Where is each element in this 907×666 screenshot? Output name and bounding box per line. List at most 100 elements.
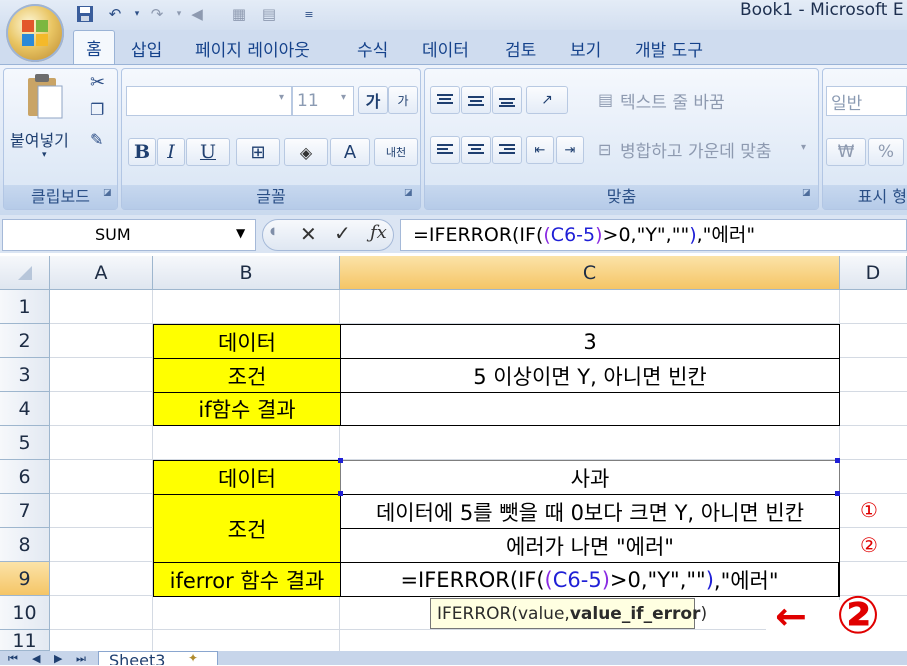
redo-icon[interactable]: ↷ — [146, 3, 168, 25]
paste-button-label[interactable]: 붙여넣기 — [10, 127, 69, 151]
shrink-font-button[interactable]: 가 — [388, 86, 418, 114]
insert-sheet-icon[interactable]: ✦ — [188, 651, 198, 665]
cell-b6[interactable]: 데이터 — [153, 460, 341, 495]
underline-button[interactable]: U — [186, 138, 230, 166]
insert-function-icon[interactable]: ƒx — [370, 222, 387, 243]
cell-b2[interactable]: 데이터 — [153, 324, 341, 359]
row-header-2[interactable]: 2 — [0, 324, 50, 358]
align-right-icon[interactable] — [492, 136, 522, 164]
print-icon[interactable]: ▤ — [258, 3, 280, 25]
name-box[interactable]: SUM — [2, 219, 256, 251]
column-header-d[interactable]: D — [840, 256, 907, 290]
save-icon[interactable] — [74, 3, 96, 25]
orientation-icon[interactable]: ↗ — [526, 86, 568, 114]
office-button[interactable] — [6, 4, 64, 62]
cell-c2[interactable]: 3 — [340, 324, 840, 359]
bold-button[interactable]: B — [128, 138, 156, 166]
cell-b9[interactable]: iferror 함수 결과 — [153, 562, 341, 597]
tab-insert[interactable]: 삽입 — [131, 36, 162, 61]
align-left-icon[interactable] — [430, 136, 460, 164]
cell-c9-editing[interactable]: =IFERROR(IF((C6-5) >0,"Y","") ,"에러" — [340, 562, 840, 597]
row-header-1[interactable]: 1 — [0, 290, 50, 324]
format-painter-icon[interactable]: ✎ — [90, 130, 103, 149]
sheet-tab-sheet3[interactable]: Sheet3 — [98, 651, 218, 665]
ref-handle[interactable] — [338, 491, 343, 496]
formula-input[interactable]: =IFERROR(IF((C6-5)>0,"Y",""),"에러" — [400, 219, 907, 251]
row-header-6[interactable]: 6 — [0, 460, 50, 494]
phonetic-guide-button[interactable]: 내천 — [374, 138, 418, 166]
font-color-button[interactable]: A — [330, 138, 370, 166]
cell-c3[interactable]: 5 이상이면 Y, 아니면 빈칸 — [340, 358, 840, 393]
ref-handle[interactable] — [835, 458, 840, 463]
row-header-8[interactable]: 8 — [0, 528, 50, 562]
customize-qat-icon[interactable]: ≡ — [298, 3, 320, 25]
enter-entry-icon[interactable]: ✓ — [334, 221, 351, 245]
row-header-7[interactable]: 7 — [0, 494, 50, 528]
cell-c8[interactable]: 에러가 나면 "에러" — [340, 528, 840, 563]
fill-color-icon[interactable]: ◈ — [284, 138, 328, 166]
cell-c6[interactable]: 사과 — [340, 460, 840, 495]
cell-c7[interactable]: 데이터에 5를 뺏을 때 0보다 크면 Y, 아니면 빈칸 — [340, 494, 840, 529]
font-launcher-icon[interactable]: ◪ — [404, 188, 414, 198]
select-all-corner[interactable] — [0, 256, 50, 290]
first-sheet-icon[interactable]: ⏮ — [8, 652, 18, 666]
wrap-text-button[interactable]: 텍스트 줄 바꿈 — [620, 88, 725, 113]
row-header-4[interactable]: 4 — [0, 392, 50, 426]
row-header-10[interactable]: 10 — [0, 596, 50, 630]
tab-data[interactable]: 데이터 — [422, 36, 469, 61]
undo-icon[interactable]: ↶ — [104, 3, 126, 25]
cell-c4[interactable] — [340, 392, 840, 426]
paste-icon[interactable] — [22, 72, 66, 122]
cancel-entry-icon[interactable]: ✕ — [300, 222, 317, 246]
font-name-combo[interactable] — [126, 86, 292, 116]
undo-dropdown-icon[interactable]: ▾ — [126, 3, 148, 25]
column-header-c[interactable]: C — [340, 256, 840, 290]
paste-dropdown-icon[interactable]: ▾ — [42, 150, 47, 160]
italic-button[interactable]: I — [157, 138, 185, 166]
row-header-3[interactable]: 3 — [0, 358, 50, 392]
next-sheet-icon[interactable]: ▶ — [54, 652, 62, 665]
ref-handle[interactable] — [835, 491, 840, 496]
grow-font-button[interactable]: 가 — [358, 86, 388, 114]
merge-dropdown-icon[interactable]: ▾ — [801, 142, 806, 153]
align-top-icon[interactable] — [430, 86, 460, 114]
prev-sheet-icon[interactable]: ◀ — [32, 652, 40, 665]
column-header-a[interactable]: A — [50, 256, 153, 290]
font-name-dropdown-icon[interactable]: ▾ — [279, 92, 284, 103]
copy-icon[interactable]: ❐ — [90, 100, 104, 119]
tab-review[interactable]: 검토 — [505, 36, 536, 61]
font-size-dropdown-icon[interactable]: ▾ — [341, 92, 346, 103]
formula-paren: ) — [601, 567, 610, 592]
name-box-dropdown-icon[interactable]: ▼ — [236, 226, 245, 240]
align-bottom-icon[interactable] — [492, 86, 522, 114]
tab-page-layout[interactable]: 페이지 레이아웃 — [195, 36, 310, 61]
align-middle-icon[interactable] — [461, 86, 491, 114]
clipboard-launcher-icon[interactable]: ◪ — [103, 188, 113, 198]
row-header-9[interactable]: 9 — [0, 562, 50, 596]
number-format-combo[interactable]: 일반 — [826, 86, 907, 116]
sound-icon[interactable]: ◀ — [186, 3, 208, 25]
tab-view[interactable]: 보기 — [570, 36, 601, 61]
print-preview-icon[interactable]: ▦ — [228, 3, 250, 25]
row-header-5[interactable]: 5 — [0, 426, 50, 460]
align-center-icon[interactable] — [461, 136, 491, 164]
row-header-11[interactable]: 11 — [0, 630, 50, 651]
column-header-b[interactable]: B — [153, 256, 340, 290]
tab-developer[interactable]: 개발 도구 — [635, 36, 703, 61]
cell-b7[interactable]: 조건 — [153, 494, 341, 563]
percent-button[interactable]: % — [868, 138, 904, 166]
last-sheet-icon[interactable]: ⏭ — [76, 652, 86, 666]
tab-formulas[interactable]: 수식 — [357, 36, 388, 61]
tab-home[interactable]: 홈 — [73, 30, 115, 64]
borders-icon[interactable]: ⊞ — [236, 138, 280, 166]
merge-center-button[interactable]: 병합하고 가운데 맞춤 — [620, 137, 772, 162]
cell-b3[interactable]: 조건 — [153, 358, 341, 393]
currency-button[interactable]: ₩ — [826, 138, 866, 166]
alignment-launcher-icon[interactable]: ◪ — [802, 188, 812, 198]
cut-icon[interactable]: ✂ — [90, 72, 105, 93]
tooltip-bold-arg[interactable]: value_if_error — [570, 604, 701, 624]
increase-indent-icon[interactable]: ⇥ — [556, 136, 584, 164]
decrease-indent-icon[interactable]: ⇤ — [526, 136, 554, 164]
ref-handle[interactable] — [338, 458, 343, 463]
cell-b4[interactable]: if함수 결과 — [153, 392, 341, 426]
